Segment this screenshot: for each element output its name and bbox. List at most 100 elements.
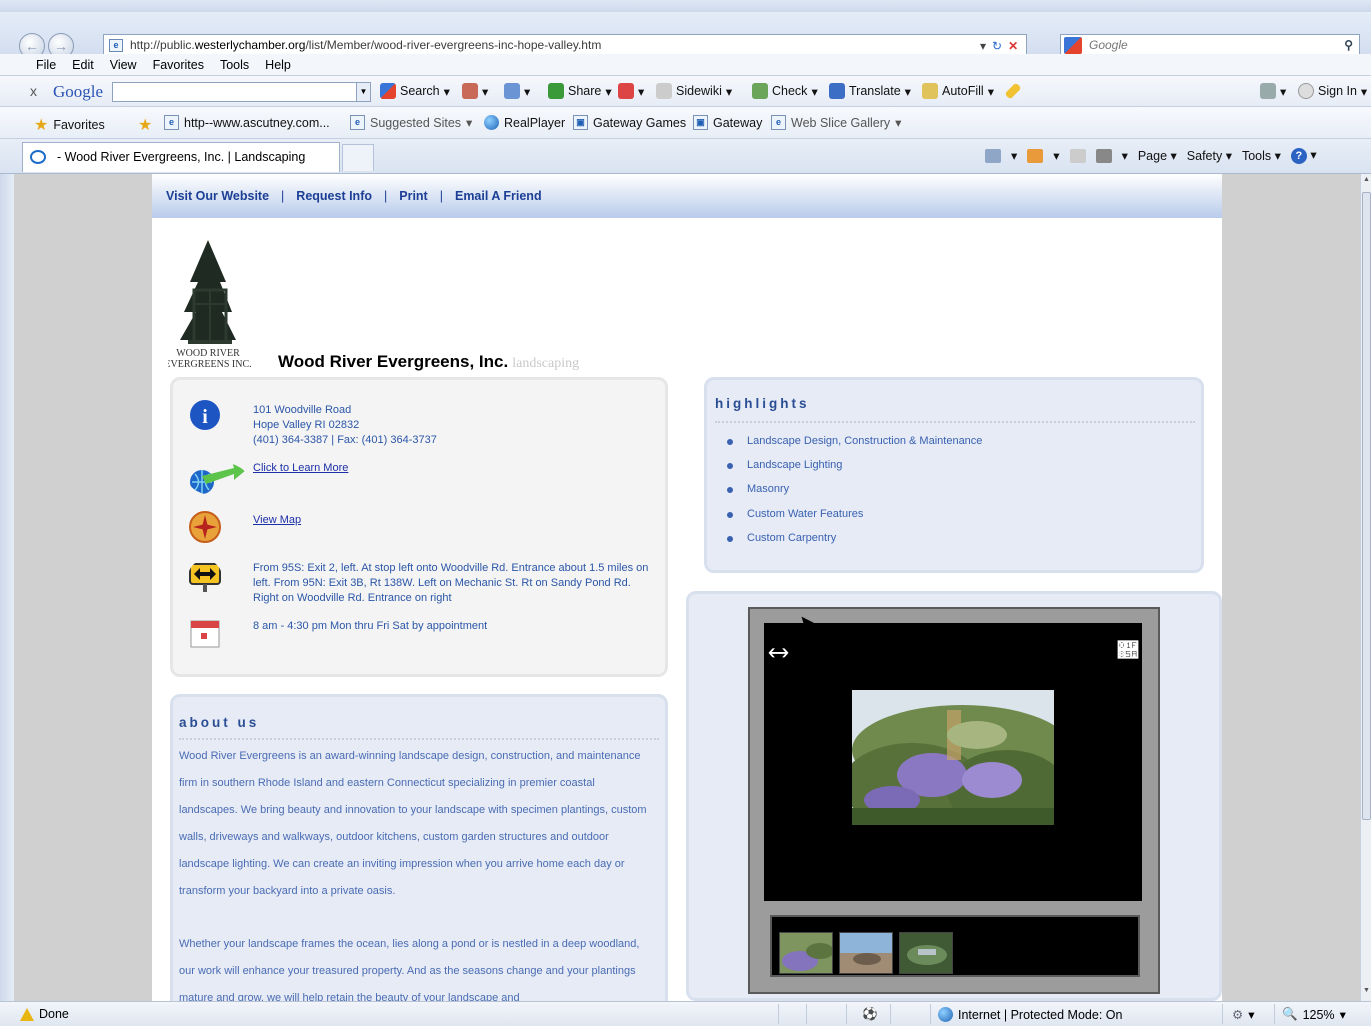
google-toolbar-search-input[interactable] [112, 82, 370, 102]
list-item: Custom Carpentry [727, 532, 982, 556]
request-info-link[interactable]: Request Info [296, 189, 372, 203]
link-separator: | [281, 189, 285, 203]
warning-icon [20, 1007, 34, 1021]
favorites-label: Favorites [53, 118, 105, 132]
status-bar: Done ⚽ Internet | Protected Mode: On ⚙ ▾… [0, 1001, 1371, 1026]
print-link[interactable]: Print [399, 189, 427, 203]
fav-link-gateway[interactable]: ▣ Gateway [693, 115, 762, 130]
translate-icon [829, 83, 845, 99]
google-search-button[interactable]: Search ▾ [380, 83, 450, 99]
gallery-main-photo[interactable] [852, 690, 1054, 825]
search-icon[interactable]: ⚲ [1344, 35, 1353, 56]
share-label: Share [568, 84, 602, 98]
share-button[interactable]: Share ▾ [548, 83, 612, 99]
page-menu[interactable]: Page ▾ [1138, 148, 1177, 163]
status-left-label: Done [39, 1007, 69, 1021]
list-item: Masonry [727, 483, 982, 507]
menu-edit[interactable]: Edit [64, 58, 102, 72]
highlight-text: Landscape Lighting [747, 459, 843, 472]
status-separator [806, 1004, 807, 1024]
zoom-button[interactable]: 🔍 125% ▾ [1282, 1007, 1346, 1022]
vertical-scrollbar[interactable]: ▲ ▼ [1360, 174, 1371, 1001]
print-icon[interactable] [1095, 148, 1112, 163]
privacy-report-button[interactable]: ⚽ [862, 1007, 878, 1022]
compass-icon [189, 511, 221, 543]
business-category: landscaping [512, 356, 580, 371]
mail-icon[interactable] [1069, 148, 1086, 163]
email-friend-link[interactable]: Email A Friend [455, 189, 542, 203]
highlighter-icon [1004, 82, 1022, 100]
status-separator [930, 1004, 931, 1024]
tools-menu[interactable]: Tools ▾ [1242, 148, 1281, 163]
gallery-thumbnail[interactable] [779, 932, 833, 974]
home-dropdown-icon[interactable]: ▾ [1011, 148, 1017, 163]
scroll-down-icon[interactable]: ▼ [1362, 987, 1371, 999]
highlight-button[interactable] [1004, 82, 1022, 100]
security-zone[interactable]: Internet | Protected Mode: On [938, 1007, 1122, 1022]
member-page: Visit Our Website | Request Info | Print… [152, 174, 1222, 1001]
menu-favorites[interactable]: Favorites [145, 58, 212, 72]
autofill-button[interactable]: AutoFill ▾ [922, 83, 994, 99]
menu-file[interactable]: File [28, 58, 64, 72]
learn-more-link[interactable]: Click to Learn More [253, 462, 348, 474]
help-menu[interactable]: ? ▾ [1290, 147, 1317, 164]
sidewiki-button[interactable]: Sidewiki ▾ [656, 83, 732, 99]
fav-link-realplayer[interactable]: RealPlayer [484, 115, 565, 130]
visit-website-link[interactable]: Visit Our Website [166, 189, 269, 203]
gallery-thumbnail[interactable] [839, 932, 893, 974]
menu-tools[interactable]: Tools [212, 58, 257, 72]
bookmarks-button[interactable]: ▾ [462, 83, 488, 99]
close-toolbar-icon[interactable]: x [30, 83, 37, 99]
bullet-icon [727, 511, 733, 518]
print-dropdown-icon[interactable]: ▾ [1122, 148, 1128, 163]
new-tab-button[interactable] [342, 144, 374, 171]
add-favorite-button[interactable]: ★ [138, 115, 152, 135]
scroll-up-icon[interactable]: ▲ [1362, 176, 1371, 188]
scroll-thumb[interactable] [1362, 192, 1371, 820]
phone-fax: (401) 364-3387 | Fax: (401) 364-3737 [253, 434, 437, 446]
calendar-icon [190, 620, 220, 648]
highlight-text: Landscape Design, Construction & Mainten… [747, 435, 983, 447]
gallery-thumbnail[interactable] [899, 932, 953, 974]
refresh-icon[interactable]: ↻ [992, 39, 1002, 53]
home-icon[interactable] [985, 148, 1001, 163]
stop-icon[interactable]: ✕ [1008, 39, 1018, 53]
business-name: Wood River Evergreens, Inc. [278, 352, 509, 371]
sign-in-button[interactable]: Sign In ▾ [1298, 83, 1367, 99]
spellcheck-button[interactable]: Check ▾ [752, 83, 818, 99]
add-favorite-icon: ★ [138, 117, 153, 134]
translate-button[interactable]: Translate ▾ [829, 83, 911, 99]
status-separator [1222, 1004, 1223, 1024]
add-on-button[interactable]: ⚙ ▾ [1232, 1007, 1255, 1022]
feeds-icon[interactable] [1027, 148, 1044, 163]
fav-link-gateway-games[interactable]: ▣ Gateway Games [573, 115, 686, 130]
feeds-dropdown-icon[interactable]: ▾ [1053, 148, 1059, 163]
favorites-button[interactable]: ★ Favorites [34, 115, 105, 135]
url-dropdown-icon[interactable]: ▾ [980, 39, 986, 53]
about-paragraph-1: Wood River Evergreens is an award-winnin… [179, 750, 647, 897]
directions-sign-icon [189, 563, 221, 592]
fav-link-label: Gateway [713, 115, 763, 130]
fav-link-suggested-sites[interactable]: e Suggested Sites ▾ [350, 115, 472, 130]
menu-help[interactable]: Help [257, 58, 299, 72]
menu-view[interactable]: View [102, 58, 145, 72]
google-toolbar-dropdown[interactable]: ▼ [356, 82, 371, 102]
fav-link-web-slice-gallery[interactable]: e Web Slice Gallery ▾ [771, 115, 901, 130]
popup-blocker-button[interactable]: ▾ [618, 83, 644, 99]
help-icon: ? [1290, 148, 1307, 164]
view-map-link[interactable]: View Map [253, 514, 301, 526]
highlights-list: Landscape Design, Construction & Mainten… [727, 435, 982, 556]
status-separator [846, 1004, 847, 1024]
settings-button[interactable]: ▾ [1260, 83, 1286, 99]
plus-button[interactable]: ▾ [504, 83, 530, 99]
logo-line-2: EVERGREENS INC. [168, 359, 252, 370]
fav-link-ascutney[interactable]: e http--www.ascutney.com... [164, 115, 330, 130]
google-toolbar-logo: Google [53, 82, 104, 101]
tab-active[interactable]: - Wood River Evergreens, Inc. | Landscap… [22, 142, 340, 172]
next-arrow-icon[interactable]: 🡚 [1118, 639, 1138, 663]
about-divider [179, 738, 659, 740]
safety-menu[interactable]: Safety ▾ [1187, 148, 1232, 163]
share-icon [548, 83, 564, 99]
bullet-icon [727, 463, 733, 470]
prev-arrow-icon[interactable]: 🡘 [768, 639, 789, 673]
